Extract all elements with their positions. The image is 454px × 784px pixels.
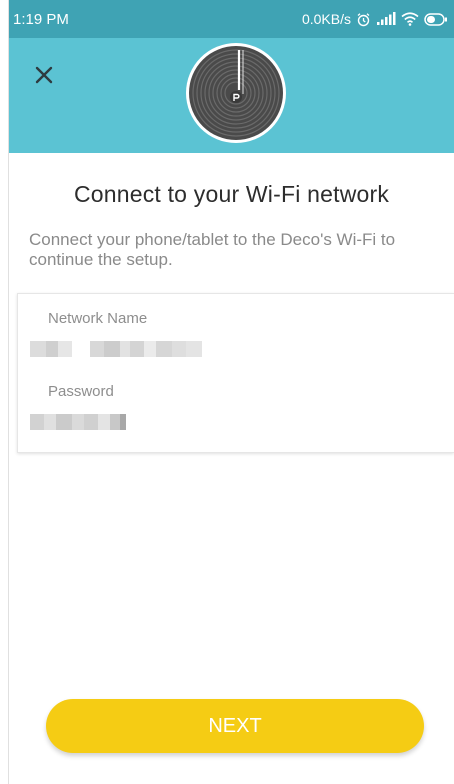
page-title: Connect to your Wi-Fi network [73,181,390,207]
status-time: 1:19 PM [13,10,69,28]
close-icon [35,66,53,84]
alarm-icon [356,12,371,27]
battery-icon [424,12,448,26]
status-icons: 0.0KB/s [302,11,448,27]
network-name-label: Network Name [48,310,148,327]
status-bar: 1:19 PM 0.0KB/s [9,0,454,38]
header-banner [9,38,454,153]
main-content: Connect to your Wi-Fi network Connect yo… [9,153,454,784]
password-label: Password [48,383,114,400]
wifi-info-card: Network Name Password [17,293,454,453]
page-subtitle: Connect your phone/tablet to the Deco's … [29,230,396,269]
network-speed: 0.0KB/s [301,11,351,27]
network-name-value-redacted [30,341,202,357]
deco-device-icon [185,42,287,144]
close-button[interactable] [29,60,59,90]
signal-icon [376,12,396,26]
password-value-redacted [30,414,126,430]
left-frame-edge [0,0,9,784]
next-button[interactable]: NEXT [46,699,424,753]
wifi-icon [401,12,419,26]
